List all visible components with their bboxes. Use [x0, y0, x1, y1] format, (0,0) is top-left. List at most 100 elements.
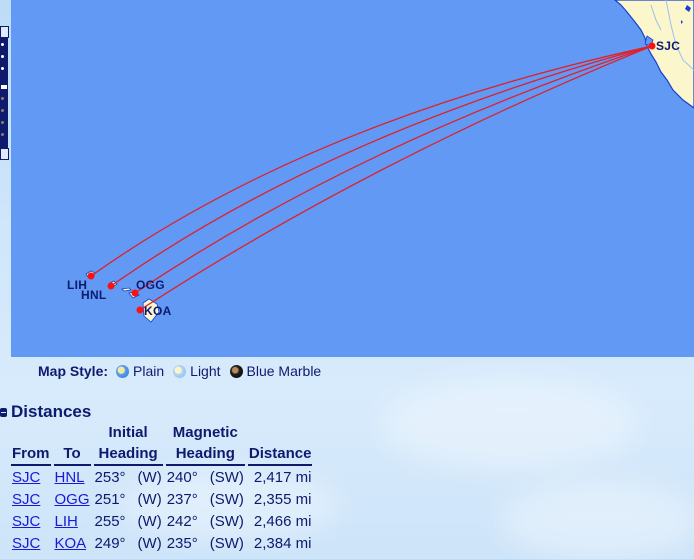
from-cell: SJC — [11, 467, 51, 488]
map-canvas — [85, 0, 694, 323]
initial-heading-direction: (W) — [137, 469, 162, 486]
magnetic-heading-direction: (SW) — [209, 469, 244, 486]
map-style-blue-marble-label: Blue Marble — [246, 363, 322, 379]
map-zoom-slider[interactable] — [0, 26, 9, 160]
to-airport-link[interactable]: OGG — [55, 491, 90, 508]
airport-label-sjc: SJC — [656, 39, 681, 53]
distances-section-header[interactable]: Distances — [0, 402, 91, 422]
map-style-blue-marble[interactable]: Blue Marble — [229, 363, 322, 379]
initial-heading-degrees: 251° — [94, 491, 126, 508]
distances-title: Distances — [11, 402, 92, 421]
map-style-plain-label: Plain — [133, 363, 165, 379]
initial-heading-degrees: 255° — [94, 513, 126, 530]
from-cell: SJC — [11, 489, 51, 510]
zoom-level-tick[interactable] — [1, 55, 4, 58]
route-line-koa — [139, 45, 653, 311]
to-cell: HNL — [54, 467, 91, 488]
initial-heading-cell: 249° (W) — [94, 533, 163, 554]
to-cell: LIH — [54, 511, 91, 532]
initial-heading-cell: 255° (W) — [94, 511, 163, 532]
to-airport-link[interactable]: LIH — [55, 513, 78, 530]
magnetic-heading-cell: 237° (SW) — [166, 489, 245, 510]
to-cell: OGG — [54, 489, 91, 510]
background-cloud — [380, 380, 640, 470]
zoom-level-tick[interactable] — [1, 97, 4, 100]
initial-heading-degrees: 249° — [94, 535, 126, 552]
route-map[interactable]: SJC LIH HNL OGG KOA — [11, 0, 694, 357]
zoom-slider-thumb[interactable] — [0, 84, 8, 90]
magnetic-heading-cell: 242° (SW) — [166, 511, 245, 532]
header-initial-heading: Heading — [93, 444, 163, 466]
header-spacer — [54, 423, 91, 443]
route-line-hnl — [110, 45, 653, 287]
background-cloud — [500, 480, 694, 560]
map-style-plain[interactable]: Plain — [116, 363, 164, 379]
airport-marker-koa[interactable] — [136, 306, 144, 314]
header-to: To — [53, 444, 91, 466]
globe-light-icon — [173, 364, 187, 378]
island-molokai — [121, 287, 132, 292]
distance-row: SJC KOA 249° (W) 235° (SW) 2,384 mi — [11, 533, 312, 554]
zoom-level-tick[interactable] — [1, 133, 4, 136]
distances-table: Initial Magnetic From To Heading Heading… — [8, 422, 315, 555]
from-airport-link[interactable]: SJC — [12, 535, 40, 552]
to-airport-link[interactable]: KOA — [55, 535, 87, 552]
zoom-out-button[interactable] — [0, 148, 9, 160]
from-airport-link[interactable]: SJC — [12, 469, 40, 486]
map-style-light-label: Light — [190, 363, 221, 379]
distance-row: SJC HNL 253° (W) 240° (SW) 2,417 mi — [11, 467, 312, 488]
airport-marker-lih[interactable] — [87, 272, 95, 280]
initial-heading-direction: (W) — [137, 535, 162, 552]
map-style-selector: Map Style: Plain Light Blue Marble — [38, 363, 330, 379]
magnetic-heading-degrees: 235° — [166, 535, 198, 552]
distance-row: SJC LIH 255° (W) 242° (SW) 2,466 mi — [11, 511, 312, 532]
zoom-level-tick[interactable] — [1, 43, 4, 46]
distance-cell: 2,466 mi — [253, 513, 312, 530]
initial-heading-cell: 253° (W) — [94, 467, 163, 488]
zoom-level-tick[interactable] — [1, 121, 4, 124]
header-from: From — [11, 444, 51, 466]
initial-heading-direction: (W) — [137, 491, 162, 508]
distance-cell: 2,355 mi — [253, 491, 312, 508]
zoom-in-button[interactable] — [0, 26, 9, 38]
magnetic-heading-direction: (SW) — [209, 513, 244, 530]
airport-marker-sjc[interactable] — [648, 42, 656, 50]
distance-row: SJC OGG 251° (W) 237° (SW) 2,355 mi — [11, 489, 312, 510]
airport-label-ogg: OGG — [136, 278, 165, 292]
zoom-level-tick[interactable] — [1, 109, 4, 112]
header-magnetic-heading: Heading — [165, 444, 245, 466]
to-airport-link[interactable]: HNL — [55, 469, 85, 486]
from-cell: SJC — [11, 533, 51, 554]
map-style-light[interactable]: Light — [173, 363, 221, 379]
from-airport-link[interactable]: SJC — [12, 513, 40, 530]
globe-bluemarble-icon — [229, 364, 243, 378]
magnetic-heading-cell: 235° (SW) — [166, 533, 245, 554]
initial-heading-cell: 251° (W) — [94, 489, 163, 510]
initial-heading-degrees: 253° — [94, 469, 126, 486]
distance-cell: 2,384 mi — [253, 535, 312, 552]
header-distance: Distance — [247, 444, 313, 466]
from-cell: SJC — [11, 511, 51, 532]
zoom-level-tick[interactable] — [1, 67, 4, 70]
header-initial-top: Initial — [108, 424, 148, 441]
magnetic-heading-degrees: 240° — [166, 469, 198, 486]
globe-plain-icon — [116, 364, 130, 378]
from-airport-link[interactable]: SJC — [12, 491, 40, 508]
airport-label-hnl: HNL — [81, 288, 107, 302]
route-line-ogg — [134, 45, 653, 294]
magnetic-heading-direction: (SW) — [209, 535, 244, 552]
initial-heading-direction: (W) — [137, 513, 162, 530]
magnetic-heading-cell: 240° (SW) — [166, 467, 245, 488]
header-magnetic-top: Magnetic — [172, 424, 238, 441]
route-line-lih — [90, 45, 653, 277]
header-spacer — [11, 423, 51, 443]
map-style-label: Map Style: — [38, 363, 109, 379]
magnetic-heading-degrees: 242° — [166, 513, 198, 530]
header-spacer — [248, 423, 313, 443]
distance-cell: 2,417 mi — [253, 469, 312, 486]
airport-marker-hnl[interactable] — [107, 282, 115, 290]
magnetic-heading-degrees: 237° — [166, 491, 198, 508]
to-cell: KOA — [54, 533, 91, 554]
magnetic-heading-direction: (SW) — [209, 491, 244, 508]
collapse-icon[interactable] — [0, 407, 7, 417]
